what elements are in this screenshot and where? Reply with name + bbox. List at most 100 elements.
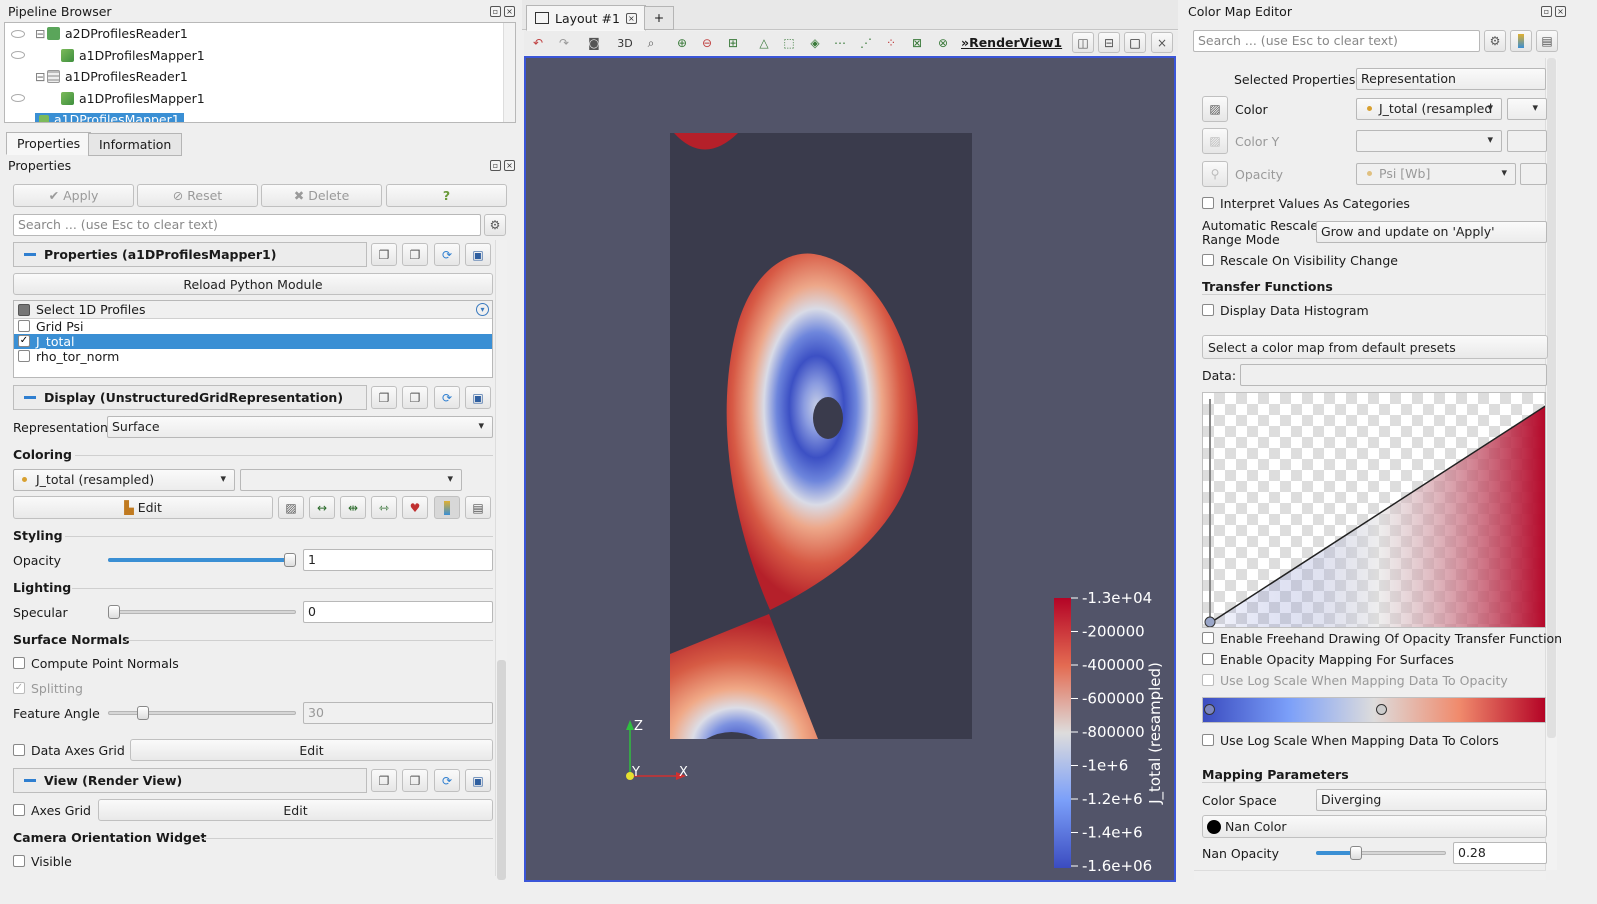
close-tab-icon[interactable]: × <box>625 12 637 24</box>
split-horizontal-icon[interactable]: ◫ <box>1072 32 1094 53</box>
colorbar-visibility-icon[interactable]: ▨ <box>278 496 304 519</box>
color-control-point[interactable] <box>1376 704 1387 715</box>
interactive-select-icon[interactable]: ⊞ <box>723 33 743 53</box>
section-view[interactable]: View (Render View) <box>13 768 367 793</box>
reload-python-module-button[interactable]: Reload Python Module <box>13 273 493 295</box>
properties-scrollbar[interactable] <box>495 240 507 880</box>
data-axes-grid-checkbox[interactable] <box>13 744 25 756</box>
float-icon[interactable]: ▫ <box>490 6 501 17</box>
opacity-transfer-editor[interactable] <box>1202 392 1546 628</box>
colorbar-icon[interactable] <box>1510 30 1532 52</box>
colorbar-edit-icon[interactable]: ▤ <box>1536 30 1558 52</box>
pipeline-item-selected[interactable]: a1DProfilesMapper1 <box>5 109 515 122</box>
redo-camera-icon[interactable]: ↷ <box>554 33 574 53</box>
camera-visible-checkbox[interactable] <box>13 855 25 867</box>
specular-slider-handle[interactable] <box>108 605 120 619</box>
opacity-input[interactable]: 1 <box>303 549 493 571</box>
list-item-selected[interactable]: ✓ J_total <box>14 334 492 349</box>
close-icon[interactable]: × <box>504 6 515 17</box>
color-y-select[interactable] <box>1356 130 1502 152</box>
list-item[interactable]: Grid Psi <box>14 319 492 334</box>
hover-points-icon[interactable]: ⋯ <box>830 33 850 53</box>
specular-input[interactable]: 0 <box>303 601 493 623</box>
refresh-icon[interactable]: ⟳ <box>434 386 460 409</box>
delete-button[interactable]: ✖ Delete <box>261 184 382 207</box>
feature-angle-handle[interactable] <box>137 706 149 720</box>
select-cells-icon[interactable]: ⊕ <box>672 33 692 53</box>
help-button[interactable]: ? <box>386 184 507 207</box>
tab-information[interactable]: Information <box>88 133 183 156</box>
j-total-checkbox[interactable]: ✓ <box>18 335 30 347</box>
close-icon[interactable]: × <box>1555 6 1566 17</box>
pipeline-item[interactable]: a1DProfilesMapper1 <box>5 45 515 67</box>
rescale-temporal-icon[interactable]: ⇿ <box>371 496 397 519</box>
edit-colormap-button[interactable]: ▙ Edit <box>13 496 273 519</box>
opacity-function-plot[interactable] <box>1203 393 1546 628</box>
eye-icon[interactable] <box>11 94 25 103</box>
list-item[interactable]: rho_tor_norm <box>14 349 492 364</box>
selected-properties-select[interactable]: Representation <box>1356 68 1546 90</box>
cme-search-input[interactable]: Search ... (use Esc to clear text) <box>1193 30 1480 52</box>
color-transfer-editor[interactable] <box>1202 697 1546 723</box>
axes-grid-checkbox[interactable] <box>13 804 25 816</box>
nan-color-button[interactable]: Nan Color <box>1202 815 1547 838</box>
coloring-select[interactable]: J_total (resampled) <box>13 469 235 491</box>
display-histogram-checkbox[interactable] <box>1202 304 1214 316</box>
tab-properties[interactable]: Properties <box>6 132 92 155</box>
rescale-custom-icon[interactable]: ⇹ <box>340 496 366 519</box>
close-icon[interactable]: × <box>504 160 515 171</box>
tab-layout-1[interactable]: Layout #1 × <box>526 5 646 31</box>
cme-horizontal-scrollbar[interactable] <box>1194 870 1546 880</box>
eye-icon[interactable] <box>11 51 25 60</box>
gear-icon[interactable]: ⚙ <box>484 214 506 236</box>
copy-icon[interactable]: ❐ <box>371 769 397 792</box>
rescale-range-icon[interactable]: ↔ <box>309 496 335 519</box>
interpret-categories-checkbox[interactable] <box>1202 197 1214 209</box>
select-points-icon[interactable]: ⊖ <box>697 33 717 53</box>
pipeline-item[interactable]: a1DProfilesMapper1 <box>5 88 515 110</box>
save-icon[interactable]: ▣ <box>465 386 491 409</box>
properties-search-input[interactable]: Search ... (use Esc to clear text) <box>13 214 481 236</box>
refresh-icon[interactable]: ⟳ <box>434 769 460 792</box>
rescale-visibility-checkbox[interactable] <box>1202 254 1214 266</box>
gear-icon[interactable]: ⚙ <box>1484 30 1506 52</box>
toggle-3d-button[interactable]: 3D <box>615 33 635 53</box>
opacity-array-select[interactable]: Psi [Wb] <box>1356 163 1516 185</box>
select-blocks-icon[interactable]: ◈ <box>805 33 825 53</box>
data-axes-grid-edit-button[interactable]: Edit <box>130 739 493 761</box>
color-y-component[interactable] <box>1507 130 1547 152</box>
colorbar-edit-icon[interactable]: ▤ <box>465 496 491 519</box>
split-vertical-icon[interactable]: ⊟ <box>1098 32 1120 53</box>
favorites-icon[interactable]: ♥ <box>402 496 428 519</box>
save-icon[interactable]: ▣ <box>465 769 491 792</box>
zoom-to-box-icon[interactable]: ⌕ <box>641 33 661 53</box>
section-properties[interactable]: Properties (a1DProfilesMapper1) <box>13 242 367 267</box>
select-all-checkbox[interactable] <box>18 304 30 316</box>
collapse-icon[interactable]: ⊟ <box>35 69 47 84</box>
axes-grid-edit-button[interactable]: Edit <box>98 799 493 821</box>
representation-select[interactable]: Surface <box>107 416 493 438</box>
nan-opacity-input[interactable]: 0.28 <box>1453 842 1547 864</box>
freehand-checkbox[interactable] <box>1202 632 1214 644</box>
paste-icon[interactable]: ❐ <box>402 243 428 266</box>
pipeline-tree[interactable]: ⊟ a2DProfilesReader1 a1DProfilesMapper1 … <box>4 22 516 123</box>
specular-slider[interactable] <box>108 610 296 614</box>
save-icon[interactable]: ▣ <box>465 243 491 266</box>
splitting-checkbox[interactable]: ✓ <box>13 682 25 694</box>
undo-camera-icon[interactable]: ↶ <box>528 33 548 53</box>
maximize-icon[interactable]: □ <box>1124 32 1146 53</box>
pipeline-item[interactable]: ⊟ a2DProfilesReader1 <box>5 23 515 45</box>
color-control-point[interactable] <box>1204 704 1215 715</box>
screenshot-icon[interactable]: ◙ <box>584 33 604 53</box>
pipeline-item[interactable]: ⊟ a1DProfilesReader1 <box>5 66 515 88</box>
rho-tor-norm-checkbox[interactable] <box>18 350 30 362</box>
grow-selection-icon[interactable]: ⁘ <box>881 33 901 53</box>
color-component-select[interactable] <box>1507 98 1547 120</box>
nan-opacity-handle[interactable] <box>1350 846 1362 860</box>
filter-dropdown-icon[interactable]: ▾ <box>476 303 489 316</box>
copy-icon[interactable]: ❐ <box>371 386 397 409</box>
auto-rescale-select[interactable]: Grow and update on 'Apply' <box>1316 221 1547 243</box>
paste-icon[interactable]: ❐ <box>402 769 428 792</box>
opacity-mapping-checkbox[interactable] <box>1202 653 1214 665</box>
compute-normals-checkbox[interactable] <box>13 657 25 669</box>
